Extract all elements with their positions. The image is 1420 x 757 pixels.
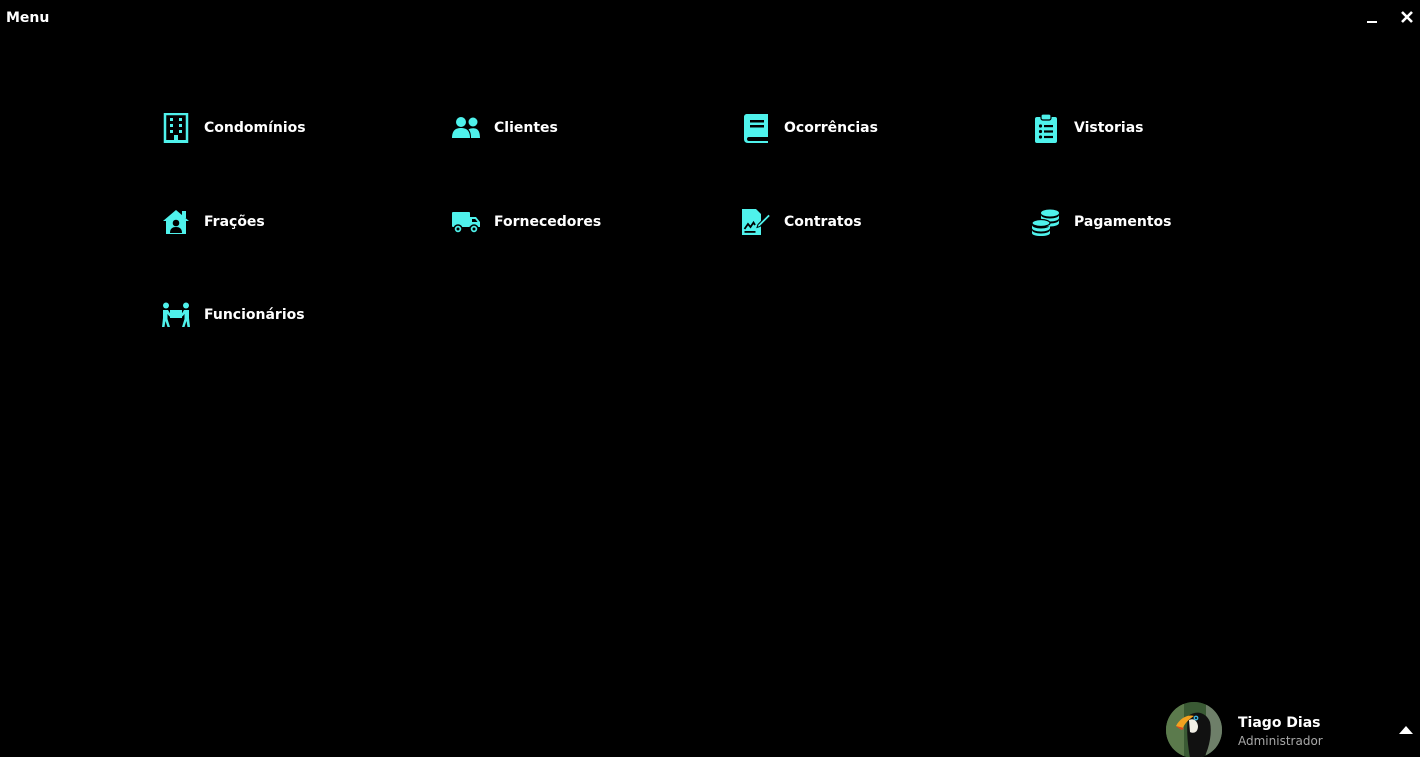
minimize-button[interactable] [1360, 4, 1384, 30]
menu-window: Menu Condomínios Clientes Ocorrências Vi… [0, 0, 1420, 757]
menu-item-vistorias[interactable]: Vistorias [1031, 111, 1144, 145]
menu-item-fornecedores[interactable]: Fornecedores [451, 205, 601, 239]
user-role: Administrador [1238, 734, 1323, 748]
menu-item-label: Pagamentos [1074, 214, 1172, 230]
avatar[interactable] [1166, 702, 1222, 757]
menu-item-contratos[interactable]: Contratos [741, 205, 862, 239]
menu-item-condominios[interactable]: Condomínios [161, 111, 306, 145]
menu-item-label: Frações [204, 214, 265, 230]
menu-item-label: Clientes [494, 120, 558, 136]
menu-item-label: Ocorrências [784, 120, 878, 136]
caret-up-icon [1399, 726, 1413, 734]
menu-item-label: Vistorias [1074, 120, 1144, 136]
menu-item-label: Contratos [784, 214, 862, 230]
truck-icon [451, 207, 481, 237]
menu-item-clientes[interactable]: Clientes [451, 111, 558, 145]
toucan-photo [1166, 702, 1222, 757]
menu-item-label: Fornecedores [494, 214, 602, 230]
menu-item-ocorrencias[interactable]: Ocorrências [741, 111, 878, 145]
menu-item-label: Funcionários [204, 307, 305, 323]
clipboard-list-icon [1031, 113, 1061, 143]
minimize-icon [1367, 21, 1377, 23]
user-menu-toggle-button[interactable] [1396, 720, 1416, 740]
close-button[interactable] [1395, 4, 1419, 30]
menu-item-fracoes[interactable]: Frações [161, 205, 265, 239]
window-title: Menu [6, 10, 50, 26]
menu-item-label: Condomínios [204, 120, 306, 136]
file-signature-icon [741, 207, 771, 237]
people-carry-icon [161, 300, 191, 330]
menu-item-pagamentos[interactable]: Pagamentos [1031, 205, 1172, 239]
close-icon [1401, 11, 1413, 23]
building-icon [161, 113, 191, 143]
coins-icon [1031, 207, 1061, 237]
users-icon [451, 113, 481, 143]
user-name: Tiago Dias [1238, 715, 1321, 731]
user-profile: Tiago Dias Administrador [1166, 702, 1420, 757]
menu-item-funcionarios[interactable]: Funcionários [161, 298, 305, 332]
book-icon [741, 113, 771, 143]
house-user-icon [161, 207, 191, 237]
